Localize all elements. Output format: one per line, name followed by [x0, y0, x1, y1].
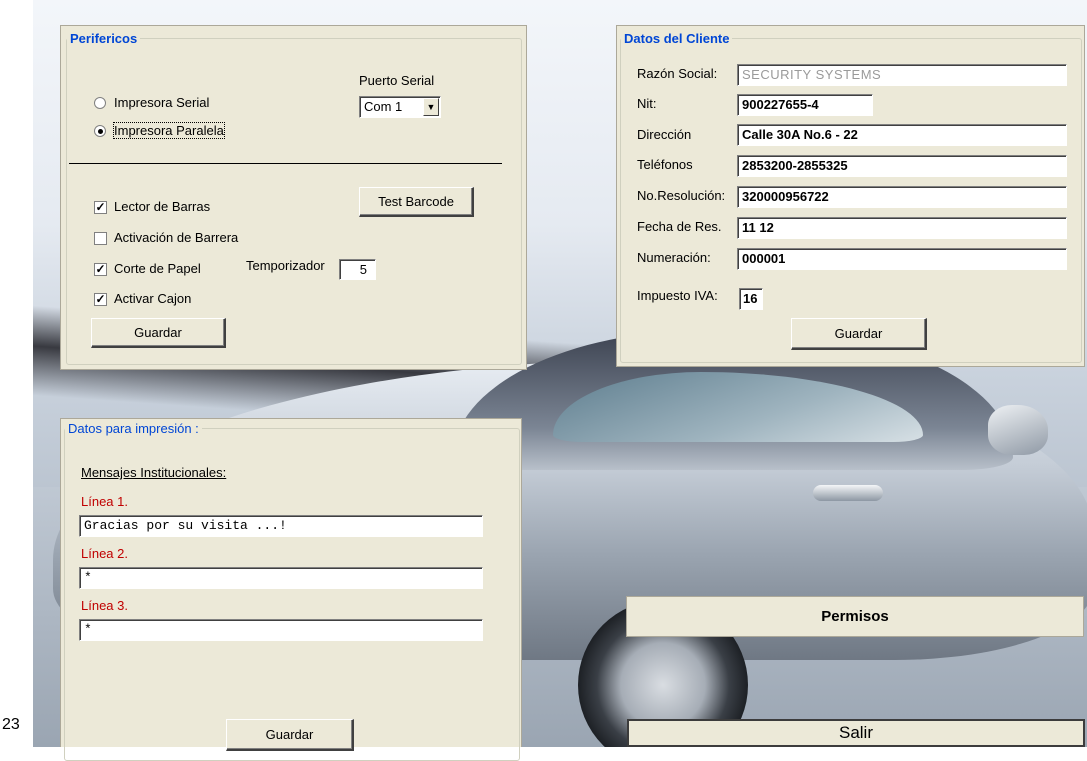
telefonos-input[interactable]: 2853200-2855325	[737, 155, 1067, 177]
linea-2-input[interactable]: *	[79, 567, 483, 589]
numeracion-label: Numeración:	[637, 250, 711, 265]
corte-papel-label[interactable]: Corte de Papel	[114, 261, 201, 276]
direccion-input[interactable]: Calle 30A No.6 - 22	[737, 124, 1067, 146]
linea-3-label: Línea 3.	[81, 598, 128, 613]
puerto-serial-select[interactable]: Com 1 ▼	[359, 96, 441, 118]
razon-social-label: Razón Social:	[637, 66, 718, 81]
permisos-button[interactable]: Permisos	[626, 596, 1084, 637]
impresion-panel: Datos para impresión : Mensajes Instituc…	[60, 418, 522, 761]
cliente-legend: Datos del Cliente	[624, 31, 730, 46]
lector-barras-checkbox[interactable]: ✓	[94, 201, 107, 214]
direccion-label: Dirección	[637, 127, 692, 142]
puerto-serial-value: Com 1	[364, 99, 403, 114]
impresion-legend: Datos para impresión :	[68, 421, 199, 436]
cliente-panel: Datos del Cliente Razón Social: SECURITY…	[616, 25, 1085, 367]
radio-impresora-paralela[interactable]	[94, 125, 106, 137]
linea-1-input[interactable]: Gracias por su visita ...!	[79, 515, 483, 537]
nit-label: Nit:	[637, 96, 657, 111]
impresion-guardar-button[interactable]: Guardar	[226, 719, 354, 751]
no-resolucion-label: No.Resolución:	[637, 188, 726, 203]
page-number: 23	[2, 716, 20, 733]
activar-cajon-checkbox[interactable]: ✓	[94, 293, 107, 306]
fecha-resolucion-label: Fecha de Res.	[637, 219, 722, 234]
linea-2-label: Línea 2.	[81, 546, 128, 561]
perifericos-panel: Perifericos Puerto Serial Com 1 ▼ Impres…	[60, 25, 527, 370]
perifericos-legend: Perifericos	[70, 31, 138, 46]
nit-input[interactable]: 900227655-4	[737, 94, 873, 116]
impuesto-iva-input[interactable]: 16	[739, 288, 763, 310]
cliente-guardar-button[interactable]: Guardar	[791, 318, 927, 350]
telefonos-label: Teléfonos	[637, 157, 693, 172]
radio-impresora-paralela-label[interactable]: Impresora Paralela	[113, 122, 225, 139]
linea-1-label: Línea 1.	[81, 494, 128, 509]
corte-papel-checkbox[interactable]: ✓	[94, 263, 107, 276]
activacion-barrera-label[interactable]: Activación de Barrera	[114, 230, 238, 245]
activar-cajon-label[interactable]: Activar Cajon	[114, 291, 191, 306]
salir-button[interactable]: Salir	[627, 719, 1085, 747]
chevron-down-icon[interactable]: ▼	[423, 98, 439, 116]
razon-social-input[interactable]: SECURITY SYSTEMS	[737, 64, 1067, 86]
temporizador-label: Temporizador	[246, 258, 325, 273]
impuesto-iva-label: Impuesto IVA:	[637, 288, 718, 303]
radio-impresora-serial[interactable]	[94, 97, 106, 109]
no-resolucion-input[interactable]: 320000956722	[737, 186, 1067, 208]
linea-3-input[interactable]: *	[79, 619, 483, 641]
temporizador-input[interactable]: 5	[339, 259, 376, 280]
fecha-resolucion-input[interactable]: 11 12	[737, 217, 1067, 239]
activacion-barrera-checkbox[interactable]	[94, 232, 107, 245]
perifericos-guardar-button[interactable]: Guardar	[91, 318, 226, 348]
separator-line	[69, 163, 502, 164]
radio-impresora-serial-label[interactable]: Impresora Serial	[114, 95, 209, 110]
mensajes-institucionales-label: Mensajes Institucionales:	[81, 465, 227, 480]
test-barcode-button[interactable]: Test Barcode	[359, 187, 474, 217]
numeracion-input[interactable]: 000001	[737, 248, 1067, 270]
puerto-serial-label: Puerto Serial	[359, 73, 435, 88]
lector-barras-label[interactable]: Lector de Barras	[114, 199, 210, 214]
